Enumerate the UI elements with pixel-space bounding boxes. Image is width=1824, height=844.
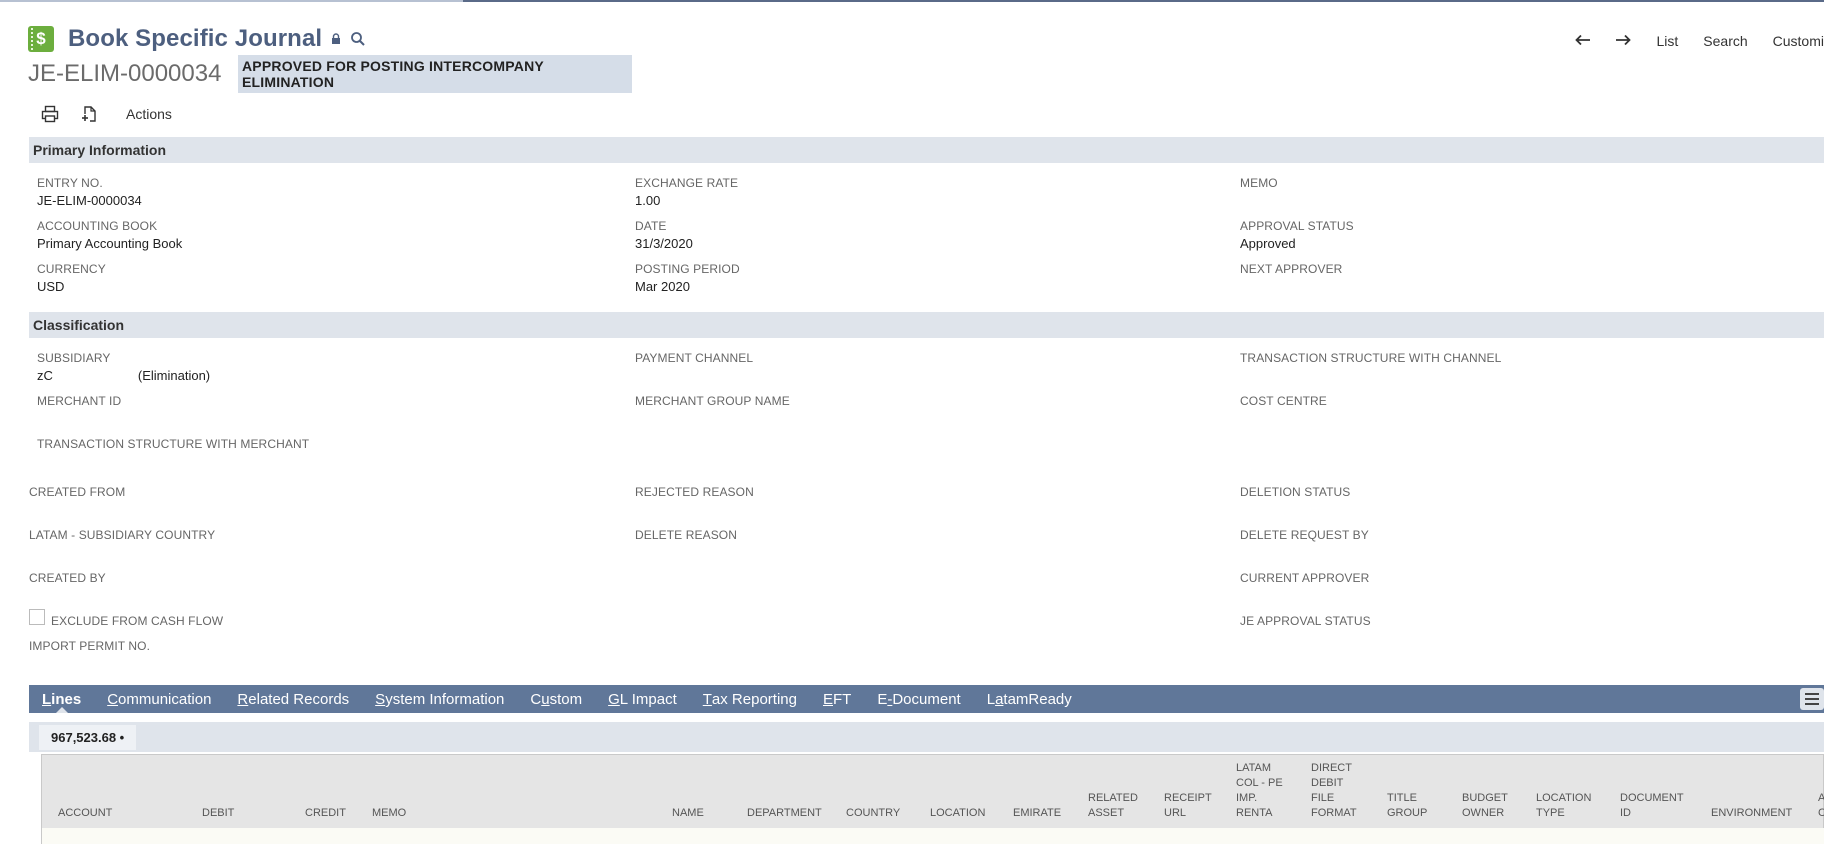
column-header-environment[interactable]: ENVIRONMENT (1711, 806, 1792, 821)
column-header-direct-debit-file-format[interactable]: DIRECT DEBIT FILE FORMAT (1311, 761, 1357, 821)
dollar-ledger-icon: $ (28, 26, 54, 52)
field-latam-subsidiary-country: LATAM - SUBSIDIARY COUNTRY (29, 528, 216, 542)
column-header-receipt-url[interactable]: RECEIPT URL (1164, 791, 1212, 821)
top-accent-line (0, 0, 1824, 2)
record-id: JE-ELIM-0000034 (28, 60, 222, 87)
column-header-account[interactable]: ACCOUNT (58, 806, 112, 821)
top-navigation: List Search Customi (1557, 30, 1824, 51)
toolbar: Actions (38, 102, 172, 126)
field-tx-structure-channel: TRANSACTION STRUCTURE WITH CHANNEL (1240, 351, 1502, 365)
field-delete-reason: DELETE REASON (635, 528, 737, 542)
field-deletion-status: DELETION STATUS (1240, 485, 1351, 499)
tab-e-document[interactable]: E - Document (877, 685, 960, 713)
field-date: DATE 31/3/2020 (635, 219, 693, 251)
column-header-a-c[interactable]: AC (1818, 791, 1824, 821)
lock-icon (330, 33, 342, 45)
field-approval-status: APPROVAL STATUS Approved (1240, 219, 1354, 251)
field-current-approver: CURRENT APPROVER (1240, 571, 1370, 585)
lines-summary-bar: 967,523.68 • (29, 722, 1824, 752)
field-memo: MEMO (1240, 176, 1278, 190)
field-next-approver: NEXT APPROVER (1240, 262, 1343, 276)
list-link[interactable]: List (1656, 33, 1678, 49)
field-exclude-cash-flow: EXCLUDE FROM CASH FLOW (51, 614, 224, 628)
tab-communication[interactable]: Communication (107, 685, 211, 713)
status-badge: APPROVED FOR POSTING INTERCOMPANY ELIMIN… (238, 55, 632, 93)
field-currency: CURRENCY USD (37, 262, 106, 294)
field-tx-structure-merchant: TRANSACTION STRUCTURE WITH MERCHANT (37, 437, 310, 451)
column-header-title-group[interactable]: TITLE GROUP (1387, 791, 1427, 821)
tab-system-information[interactable]: System Information (375, 685, 504, 713)
subsidiary-suffix: (Elimination) (137, 368, 211, 383)
lines-total[interactable]: 967,523.68 • (39, 725, 137, 750)
column-header-budget-owner[interactable]: BUDGET OWNER (1462, 791, 1508, 821)
field-payment-channel: PAYMENT CHANNEL (635, 351, 754, 365)
subsidiary-prefix: zC (37, 368, 53, 383)
field-rejected-reason: REJECTED REASON (635, 485, 754, 499)
next-arrow-icon[interactable] (1615, 30, 1632, 51)
tab-eft[interactable]: E FT (823, 685, 851, 713)
search-link[interactable]: Search (1703, 33, 1747, 49)
field-merchant-id: MERCHANT ID (37, 394, 122, 408)
previous-arrow-icon[interactable] (1575, 30, 1591, 51)
column-header-debit[interactable]: DEBIT (202, 806, 234, 821)
field-exchange-rate: EXCHANGE RATE 1.00 (635, 176, 739, 208)
field-created-by: CREATED BY (29, 571, 106, 585)
new-document-icon[interactable] (78, 102, 102, 126)
field-posting-period: POSTING PERIOD Mar 2020 (635, 262, 740, 294)
section-primary-information[interactable]: Primary Information (29, 137, 1824, 163)
field-import-permit-no: IMPORT PERMIT NO. (29, 639, 151, 653)
column-header-latam-col-pe-imp-renta[interactable]: LATAM COL - PE IMP. RENTA (1236, 761, 1283, 821)
field-subsidiary: SUBSIDIARY zC (Elimination) (37, 351, 211, 383)
tab-lines[interactable]: Lines (42, 685, 81, 713)
print-icon[interactable] (38, 102, 62, 126)
column-header-department[interactable]: DEPARTMENT (747, 806, 822, 821)
column-header-related-asset[interactable]: RELATED ASSET (1088, 791, 1138, 821)
section-classification[interactable]: Classification (29, 312, 1824, 338)
column-header-name[interactable]: NAME (672, 806, 704, 821)
column-header-memo[interactable]: MEMO (372, 806, 406, 821)
exclude-cash-flow-checkbox[interactable] (29, 609, 45, 625)
tab-related-records[interactable]: Related Records (237, 685, 349, 713)
table-row[interactable] (41, 828, 1824, 844)
page-header: $ Book Specific Journal (28, 22, 366, 56)
tab-latamready[interactable]: La tamReady (987, 685, 1072, 713)
field-cost-centre: COST CENTRE (1240, 394, 1327, 408)
field-je-approval-status: JE APPROVAL STATUS (1240, 614, 1371, 628)
field-delete-request-by: DELETE REQUEST BY (1240, 528, 1369, 542)
field-created-from: CREATED FROM (29, 485, 126, 499)
column-header-location[interactable]: LOCATION (930, 806, 985, 821)
hamburger-menu-icon[interactable] (1800, 688, 1824, 710)
page-title: Book Specific Journal (68, 25, 323, 52)
column-header-credit[interactable]: CREDIT (305, 806, 346, 821)
field-accounting-book: ACCOUNTING BOOK Primary Accounting Book (37, 219, 183, 251)
column-header-emirate[interactable]: EMIRATE (1013, 806, 1061, 821)
column-header-document-id[interactable]: DOCUMENT ID (1620, 791, 1684, 821)
tab-gl-impact[interactable]: GL Impact (608, 685, 677, 713)
lines-grid-header: ACCOUNT DEBIT CREDIT MEMO NAME DEPARTMENT COUN… (41, 754, 1824, 828)
actions-menu[interactable]: Actions (126, 106, 172, 122)
tab-tax-reporting[interactable]: Tax Reporting (703, 685, 797, 713)
tab-custom[interactable]: Cu stom (530, 685, 582, 713)
customize-link[interactable]: Customi (1773, 33, 1824, 49)
field-merchant-group-name: MERCHANT GROUP NAME (635, 394, 790, 408)
column-header-country[interactable]: COUNTRY (846, 806, 900, 821)
column-header-location-type[interactable]: LOCATION TYPE (1536, 791, 1591, 821)
search-icon[interactable] (350, 31, 366, 47)
subtab-bar: Lines Communication Related Records System … (29, 685, 1824, 713)
field-entry-no: ENTRY NO. JE-ELIM-0000034 (37, 176, 142, 208)
